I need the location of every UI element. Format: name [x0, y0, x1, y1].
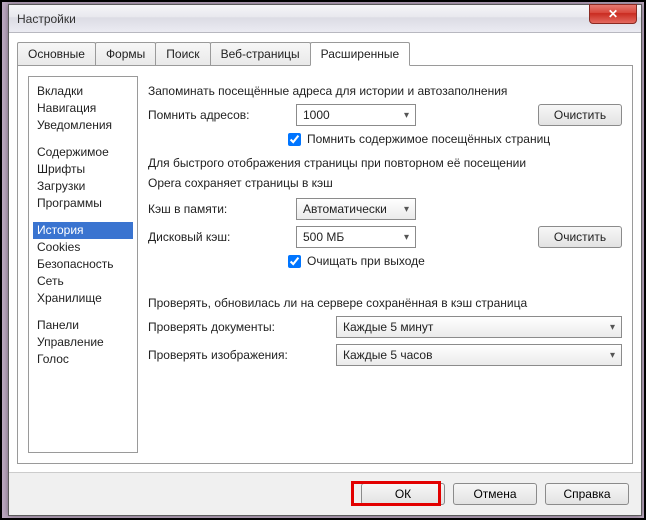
sidebar-item-программы[interactable]: Программы: [33, 195, 133, 212]
clear-on-exit-row: Очищать при выходе: [288, 254, 622, 268]
tab-основные[interactable]: Основные: [17, 42, 96, 66]
close-button[interactable]: ✕: [589, 4, 637, 24]
sidebar-item-cookies[interactable]: Cookies: [33, 239, 133, 256]
window-title: Настройки: [17, 12, 76, 26]
remember-content-row: Помнить содержимое посещённых страниц: [288, 132, 622, 146]
sidebar-item-содержимое[interactable]: Содержимое: [33, 144, 133, 161]
clear-cache-button[interactable]: Очистить: [538, 226, 622, 248]
main-area: Запоминать посещённые адреса для истории…: [148, 76, 622, 453]
memory-cache-select[interactable]: Автоматически ▾: [296, 198, 416, 220]
chevron-down-icon: ▾: [404, 232, 409, 243]
ok-button[interactable]: ОК: [361, 483, 445, 505]
check-images-label: Проверять изображения:: [148, 348, 328, 362]
recheck-section-heading: Проверять, обновилась ли на сервере сохр…: [148, 296, 622, 310]
disk-cache-label: Дисковый кэш:: [148, 230, 288, 244]
clear-on-exit-label: Очищать при выходе: [307, 254, 425, 268]
sidebar-item-панели[interactable]: Панели: [33, 317, 133, 334]
sidebar-item-безопасность[interactable]: Безопасность: [33, 256, 133, 273]
chevron-down-icon: ▾: [404, 204, 409, 215]
cache-section-line2: Opera сохраняет страницы в кэш: [148, 176, 622, 190]
check-documents-label: Проверять документы:: [148, 320, 328, 334]
settings-window: Настройки ✕ ОсновныеФормыПоискВеб-страни…: [8, 4, 642, 516]
remember-content-checkbox[interactable]: [288, 133, 301, 146]
check-images-select[interactable]: Каждые 5 часов ▾: [336, 344, 622, 366]
clear-on-exit-checkbox[interactable]: [288, 255, 301, 268]
sidebar-item-загрузки[interactable]: Загрузки: [33, 178, 133, 195]
sidebar-item-хранилище[interactable]: Хранилище: [33, 290, 133, 307]
sidebar[interactable]: ВкладкиНавигацияУведомления СодержимоеШри…: [28, 76, 138, 453]
remember-content-label: Помнить содержимое посещённых страниц: [307, 132, 550, 146]
sidebar-item-вкладки[interactable]: Вкладки: [33, 83, 133, 100]
tab-поиск[interactable]: Поиск: [155, 42, 210, 66]
sidebar-item-управление[interactable]: Управление: [33, 334, 133, 351]
tab-формы[interactable]: Формы: [95, 42, 156, 66]
sidebar-item-уведомления[interactable]: Уведомления: [33, 117, 133, 134]
cancel-button[interactable]: Отмена: [453, 483, 537, 505]
tab-расширенные[interactable]: Расширенные: [310, 42, 411, 66]
titlebar: Настройки ✕: [9, 5, 641, 33]
help-button[interactable]: Справка: [545, 483, 629, 505]
chevron-down-icon: ▾: [404, 110, 409, 121]
sidebar-item-шрифты[interactable]: Шрифты: [33, 161, 133, 178]
chevron-down-icon: ▾: [610, 322, 615, 333]
tab-panel-advanced: ВкладкиНавигацияУведомления СодержимоеШри…: [17, 65, 633, 464]
memory-cache-label: Кэш в памяти:: [148, 202, 288, 216]
section-history-heading: Запоминать посещённые адреса для истории…: [148, 84, 622, 98]
dialog-button-bar: ОК Отмена Справка: [9, 472, 641, 515]
remember-addresses-input[interactable]: 1000 ▾: [296, 104, 416, 126]
sidebar-item-навигация[interactable]: Навигация: [33, 100, 133, 117]
tab-веб-страницы[interactable]: Веб-страницы: [210, 42, 311, 66]
sidebar-item-голос[interactable]: Голос: [33, 351, 133, 368]
remember-addresses-label: Помнить адресов:: [148, 108, 288, 122]
chevron-down-icon: ▾: [610, 350, 615, 361]
cache-section-line1: Для быстрого отображения страницы при по…: [148, 156, 622, 170]
disk-cache-select[interactable]: 500 МБ ▾: [296, 226, 416, 248]
check-documents-select[interactable]: Каждые 5 минут ▾: [336, 316, 622, 338]
close-icon: ✕: [608, 7, 618, 21]
clear-history-button[interactable]: Очистить: [538, 104, 622, 126]
sidebar-item-история[interactable]: История: [33, 222, 133, 239]
tabstrip: ОсновныеФормыПоискВеб-страницыРасширенны…: [17, 42, 633, 66]
sidebar-item-сеть[interactable]: Сеть: [33, 273, 133, 290]
